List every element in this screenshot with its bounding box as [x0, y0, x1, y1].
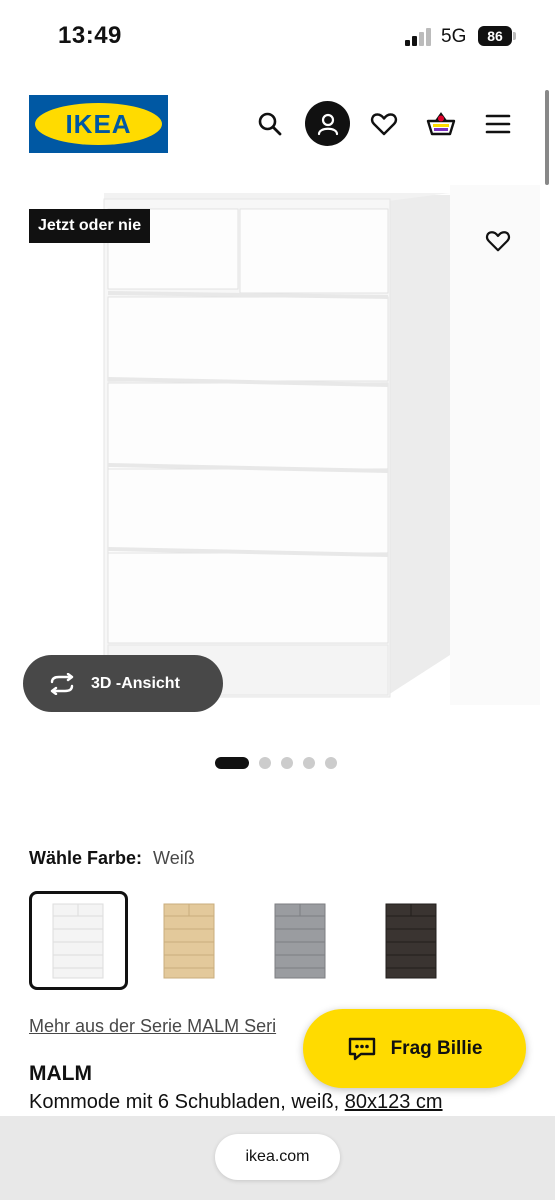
carousel-dot[interactable]: [259, 757, 271, 769]
dresser-thumbnail: [52, 903, 103, 978]
promo-badge: Jetzt oder nie: [29, 209, 151, 243]
signal-icon: [405, 28, 433, 46]
site-header: IKEA: [0, 88, 555, 160]
add-to-wishlist-button[interactable]: [478, 221, 518, 261]
heart-icon: [370, 113, 398, 136]
carousel-dot[interactable]: [303, 757, 315, 769]
product-image: [103, 185, 540, 705]
rotate-icon: [50, 672, 74, 695]
carousel-dot[interactable]: [281, 757, 293, 769]
browser-bottom-bar: ikea.com: [0, 1116, 555, 1200]
dresser-thumbnail: [385, 903, 436, 978]
product-image-carousel[interactable]: Jetzt oder nie 3D -Ansicht: [0, 185, 555, 725]
color-selected-value: Weiß: [153, 848, 195, 868]
view-3d-button[interactable]: 3D -Ansicht: [23, 655, 223, 712]
battery-cap: [513, 32, 516, 40]
swatch-grey[interactable]: [251, 891, 350, 990]
wishlist-button[interactable]: [362, 102, 406, 146]
color-selector-label: Wähle Farbe: Weiß: [29, 848, 195, 869]
search-icon: [258, 112, 282, 136]
dresser-thumbnail: [274, 903, 325, 978]
network-label: 5G: [441, 26, 467, 47]
product-description: Kommode mit 6 Schubladen, weiß, 80x123 c…: [29, 1091, 443, 1114]
carousel-dot[interactable]: [325, 757, 337, 769]
chat-label: Frag Billie: [390, 1037, 483, 1059]
swatch-black-brown[interactable]: [362, 891, 461, 990]
carousel-indicator: [215, 757, 337, 769]
cart-button[interactable]: [419, 102, 463, 146]
color-swatches: [29, 891, 461, 990]
color-label-key: Wähle Farbe:: [29, 848, 143, 868]
status-bar: 13:49 5G 86: [0, 0, 555, 70]
series-link[interactable]: Mehr aus der Serie MALM Seri: [29, 1016, 276, 1037]
chat-button[interactable]: Frag Billie: [303, 1009, 526, 1088]
chat-icon: [348, 1037, 375, 1060]
heart-icon: [485, 231, 511, 252]
url-bar[interactable]: ikea.com: [215, 1134, 340, 1180]
dresser-thumbnail: [163, 903, 214, 978]
carousel-dot[interactable]: [215, 757, 249, 769]
status-time: 13:49: [58, 22, 122, 49]
swatch-white[interactable]: [29, 891, 128, 990]
product-size-link[interactable]: 80x123 cm: [345, 1091, 443, 1113]
basket-icon: [426, 112, 456, 136]
product-name: MALM: [29, 1062, 92, 1085]
menu-button[interactable]: [476, 102, 520, 146]
battery-icon: 86: [478, 26, 512, 46]
logo-text: IKEA: [65, 109, 132, 139]
product-desc-text: Kommode mit 6 Schubladen, weiß,: [29, 1091, 345, 1113]
account-button[interactable]: [305, 101, 350, 146]
menu-icon: [485, 114, 511, 134]
view-3d-label: 3D -Ansicht: [91, 674, 180, 692]
search-button[interactable]: [248, 102, 292, 146]
user-icon: [317, 113, 338, 135]
swatch-oak[interactable]: [140, 891, 239, 990]
ikea-logo[interactable]: IKEA: [29, 95, 168, 153]
